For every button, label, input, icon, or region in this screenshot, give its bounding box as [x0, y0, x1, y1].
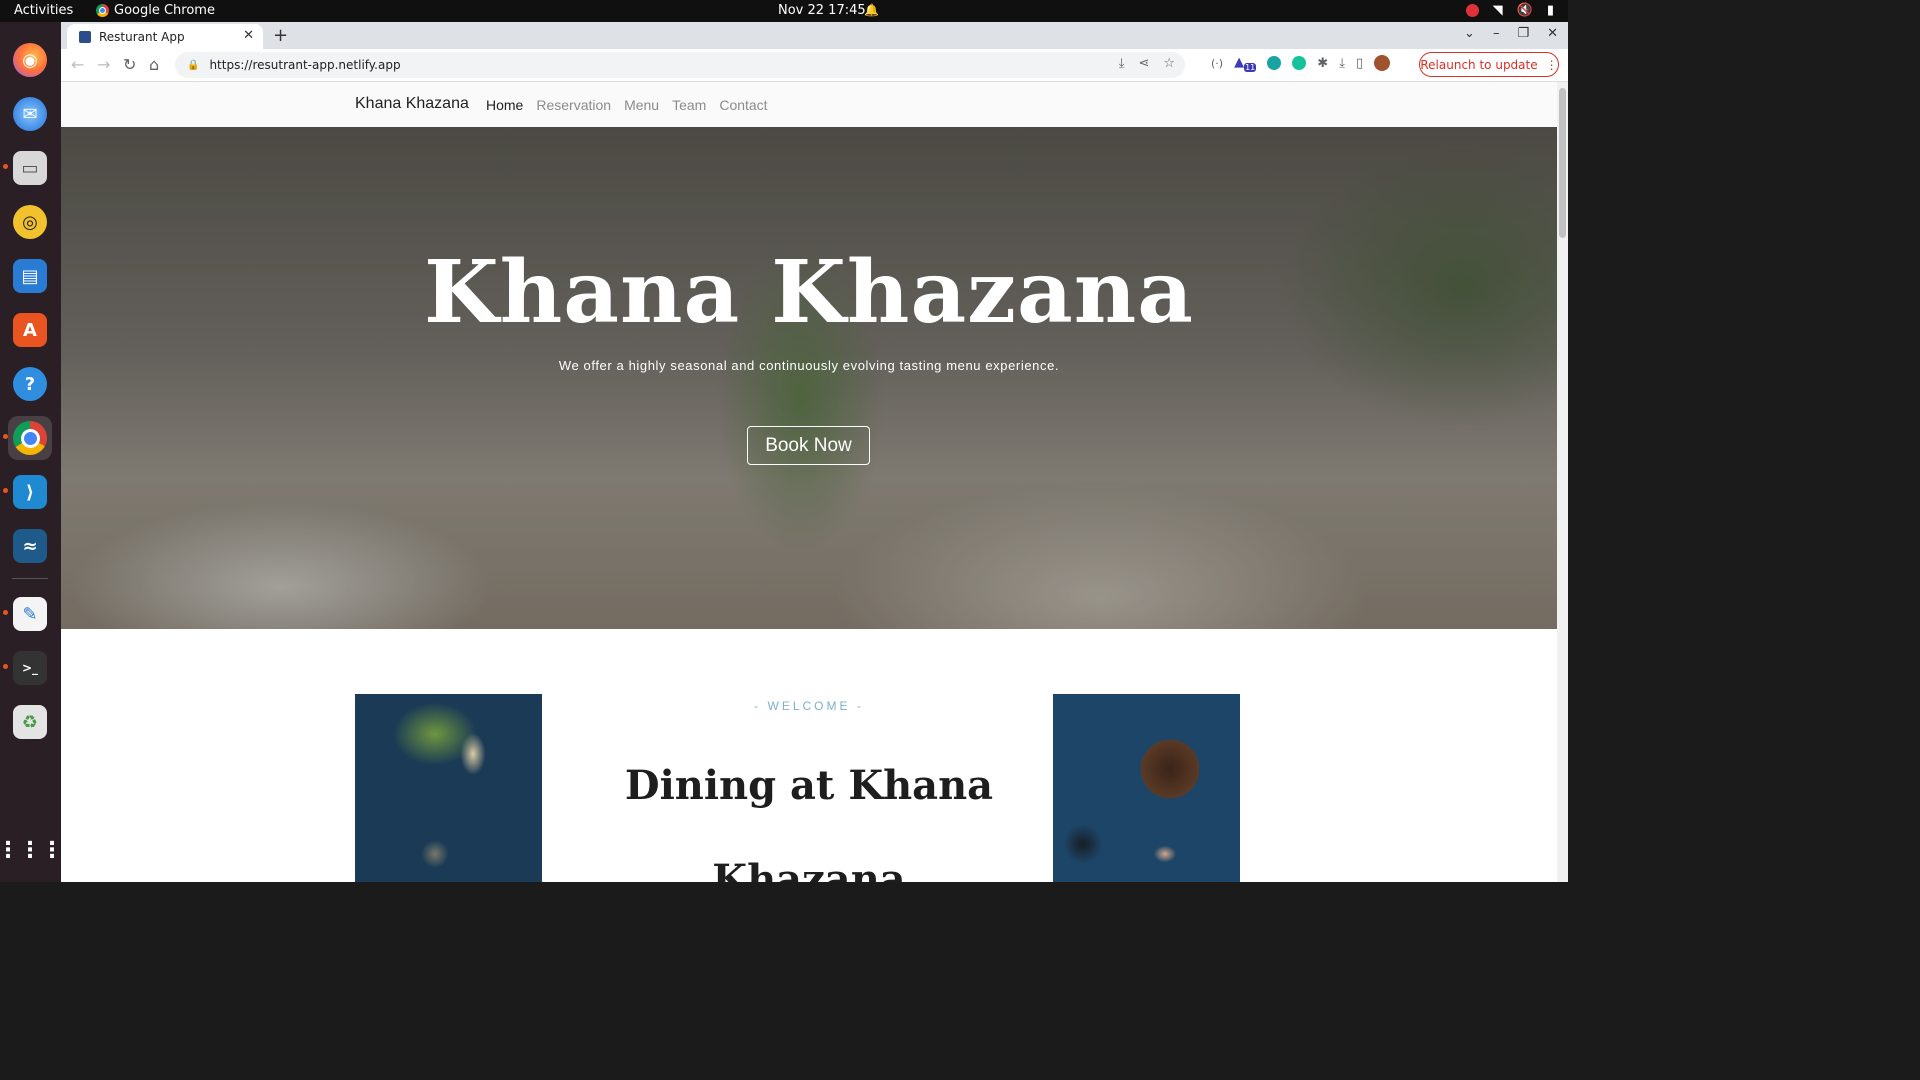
- site-brand[interactable]: Khana Khazana: [355, 95, 469, 113]
- web-page: Khana Khazana Home Reservation Menu Team…: [61, 82, 1557, 882]
- dock-thunderbird[interactable]: ✉: [8, 92, 52, 136]
- lock-icon[interactable]: 🔒: [187, 60, 199, 71]
- page-scrollbar[interactable]: [1557, 82, 1568, 882]
- notification-bell-icon: 🔔: [864, 3, 879, 17]
- relaunch-button[interactable]: Relaunch to update ⋮: [1419, 52, 1559, 77]
- welcome-title: Dining at Khana Khazana: [624, 762, 994, 882]
- mysql-workbench-icon: ≈: [13, 529, 47, 563]
- dock-files[interactable]: ▭: [8, 146, 52, 190]
- extensions-area: (·) ▲11 ✱ ⤓ ▯: [1211, 55, 1391, 72]
- dock-trash[interactable]: ♻: [8, 700, 52, 744]
- share-icon[interactable]: ⋖: [1138, 56, 1149, 71]
- dock-rhythmbox[interactable]: ◎: [8, 200, 52, 244]
- site-navbar: Khana Khazana Home Reservation Menu Team…: [61, 82, 1557, 127]
- writer-icon: ▤: [13, 259, 47, 293]
- wifi-icon: ◥: [1492, 3, 1503, 18]
- firefox-icon: ◉: [13, 43, 47, 77]
- close-window-icon[interactable]: ✕: [1547, 26, 1558, 41]
- dock-help[interactable]: ?: [8, 362, 52, 406]
- extension-code-icon[interactable]: (·): [1211, 57, 1223, 70]
- hero-title: Khana Khazana: [424, 242, 1194, 343]
- dock-mysql-workbench[interactable]: ≈: [8, 524, 52, 568]
- app-menu[interactable]: Google Chrome: [96, 3, 215, 18]
- profile-avatar[interactable]: [1374, 55, 1391, 72]
- back-icon[interactable]: ←: [71, 55, 84, 74]
- tab-strip: Resturant App ✕ + ⌄ – ❐ ✕: [61, 22, 1568, 49]
- text-editor-icon: ✎: [13, 597, 47, 631]
- dock-firefox[interactable]: ◉: [8, 38, 52, 82]
- files-icon: ▭: [13, 151, 47, 185]
- clock[interactable]: Nov 22 17:45: [778, 3, 866, 18]
- grammarly-icon[interactable]: [1292, 56, 1307, 71]
- terminal-icon: >_: [13, 651, 47, 685]
- hero-banner: Khana Khazana We offer a highly seasonal…: [61, 127, 1557, 629]
- nav-team[interactable]: Team: [672, 97, 706, 113]
- volume-muted-icon: 🔇: [1516, 3, 1533, 18]
- welcome-section: - WELCOME - Dining at Khana Khazana: [61, 629, 1557, 882]
- activities-button[interactable]: Activities: [14, 3, 73, 18]
- help-icon: ?: [13, 367, 47, 401]
- trash-icon: ♻: [13, 705, 47, 739]
- relaunch-label: Relaunch to update: [1420, 57, 1538, 72]
- tab-search-icon[interactable]: ⌄: [1464, 26, 1475, 41]
- forward-icon[interactable]: →: [97, 55, 110, 74]
- extension-badge-icon[interactable]: ▲11: [1234, 55, 1257, 72]
- site-menu: Home Reservation Menu Team Contact: [486, 97, 768, 113]
- dock-text-editor[interactable]: ✎: [8, 592, 52, 636]
- chrome-icon: [13, 421, 47, 455]
- omnibox-actions: ⤓ ⋖ ☆: [1119, 56, 1185, 71]
- more-menu-icon[interactable]: ⋮: [1546, 58, 1558, 72]
- thunderbird-icon: ✉: [13, 97, 47, 131]
- nav-home[interactable]: Home: [486, 97, 523, 113]
- restore-icon[interactable]: ❐: [1517, 26, 1529, 41]
- dessert-photo: [1053, 694, 1240, 882]
- do-not-disturb-icon: [1465, 4, 1479, 17]
- site-favicon-icon: [79, 30, 91, 43]
- browser-window: Resturant App ✕ + ⌄ – ❐ ✕ ← → ↻ ⌂ 🔒 http…: [61, 22, 1568, 882]
- new-tab-button[interactable]: +: [273, 25, 288, 46]
- book-now-button[interactable]: Book Now: [747, 426, 870, 465]
- dock-writer[interactable]: ▤: [8, 254, 52, 298]
- system-top-bar: Activities Google Chrome Nov 22 17:45 🔔 …: [0, 0, 1568, 22]
- install-app-icon[interactable]: ⤓: [1119, 56, 1125, 71]
- tab-close-icon[interactable]: ✕: [243, 28, 254, 43]
- flowers-photo: [355, 694, 542, 882]
- home-icon[interactable]: ⌂: [149, 55, 159, 74]
- nav-contact[interactable]: Contact: [719, 97, 767, 113]
- battery-icon: ▮: [1546, 3, 1554, 18]
- dock-vscode[interactable]: ⟩: [8, 470, 52, 514]
- reload-icon[interactable]: ↻: [123, 55, 136, 74]
- dock-separator: [12, 578, 48, 579]
- extension-m-icon[interactable]: [1267, 56, 1282, 71]
- dock: ◉ ✉ ▭ ◎ ▤ A ? ⟩ ≈ ✎ >_ ♻ ⋮⋮⋮: [0, 22, 63, 882]
- minimize-icon[interactable]: –: [1493, 26, 1500, 41]
- bookmark-star-icon[interactable]: ☆: [1163, 56, 1175, 71]
- hero-subtitle: We offer a highly seasonal and continuou…: [558, 358, 1060, 373]
- app-grid-icon: ⋮⋮⋮: [0, 837, 63, 863]
- chrome-icon: [96, 4, 109, 17]
- extensions-puzzle-icon[interactable]: ✱: [1317, 56, 1328, 71]
- nav-menu[interactable]: Menu: [624, 97, 659, 113]
- dock-show-apps[interactable]: ⋮⋮⋮: [0, 828, 63, 872]
- vscode-icon: ⟩: [13, 475, 47, 509]
- scrollbar-thumb[interactable]: [1559, 88, 1566, 238]
- app-name: Google Chrome: [114, 3, 215, 18]
- dock-software[interactable]: A: [8, 308, 52, 352]
- url-text[interactable]: https://resutrant-app.netlify.app: [209, 58, 400, 72]
- downloads-icon[interactable]: ⤓: [1339, 56, 1345, 71]
- window-controls: ⌄ – ❐ ✕: [1464, 26, 1558, 41]
- tab-title: Resturant App: [99, 29, 185, 44]
- welcome-label: - WELCOME -: [754, 699, 864, 713]
- address-bar[interactable]: 🔒 https://resutrant-app.netlify.app ⤓ ⋖ …: [175, 52, 1185, 78]
- rhythmbox-icon: ◎: [13, 205, 47, 239]
- system-tray[interactable]: ◥ 🔇 ▮: [1465, 3, 1554, 18]
- dock-chrome[interactable]: [8, 416, 52, 460]
- browser-tab[interactable]: Resturant App ✕: [67, 24, 263, 49]
- dock-terminal[interactable]: >_: [8, 646, 52, 690]
- nav-reservation[interactable]: Reservation: [536, 97, 611, 113]
- software-icon: A: [13, 313, 47, 347]
- side-panel-icon[interactable]: ▯: [1356, 56, 1363, 71]
- browser-toolbar: ← → ↻ ⌂ 🔒 https://resutrant-app.netlify.…: [61, 49, 1568, 82]
